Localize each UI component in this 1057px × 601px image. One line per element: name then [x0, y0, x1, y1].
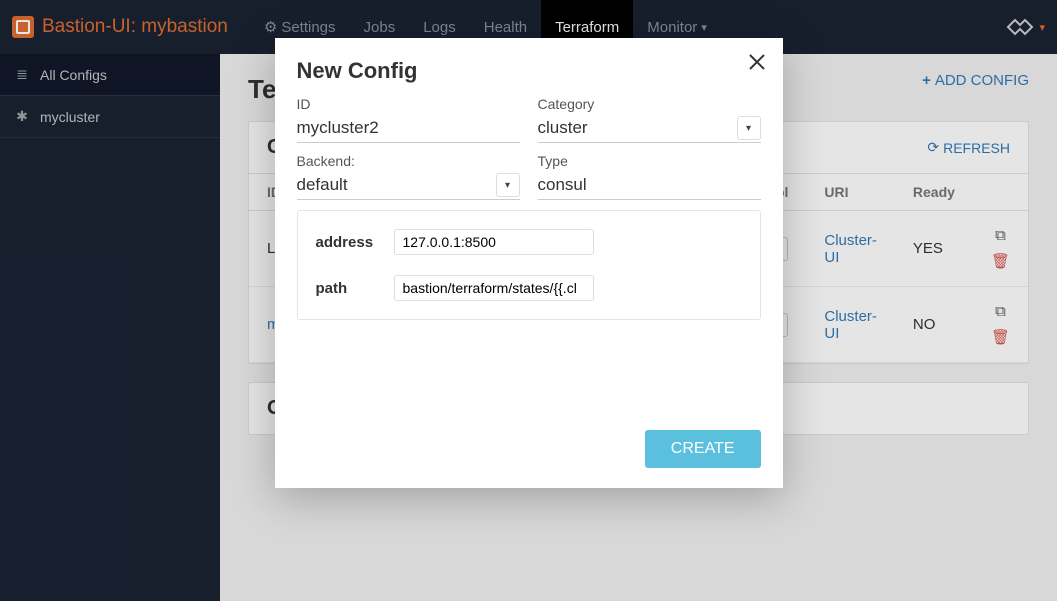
path-key: path	[316, 280, 394, 297]
close-icon	[747, 52, 767, 72]
category-caret[interactable]: ▾	[737, 116, 761, 140]
address-key: address	[316, 234, 394, 251]
type-input[interactable]	[538, 171, 761, 200]
caret-down-icon: ▾	[505, 180, 510, 191]
backend-label: Backend:	[297, 153, 520, 169]
type-label: Type	[538, 153, 761, 169]
create-button[interactable]: CREATE	[645, 430, 761, 468]
backend-kv-panel: address path	[297, 210, 761, 320]
address-input[interactable]	[394, 229, 594, 255]
path-input[interactable]	[394, 275, 594, 301]
category-select[interactable]	[538, 114, 761, 143]
close-button[interactable]	[747, 52, 767, 75]
caret-down-icon: ▾	[746, 123, 751, 134]
modal-title: New Config	[297, 58, 761, 84]
backend-select[interactable]	[297, 171, 520, 200]
new-config-modal: New Config ID Category ▾ Backend: ▾ Type…	[275, 38, 783, 488]
id-label: ID	[297, 96, 520, 112]
category-label: Category	[538, 96, 761, 112]
backend-caret[interactable]: ▾	[496, 173, 520, 197]
id-input[interactable]	[297, 114, 520, 143]
